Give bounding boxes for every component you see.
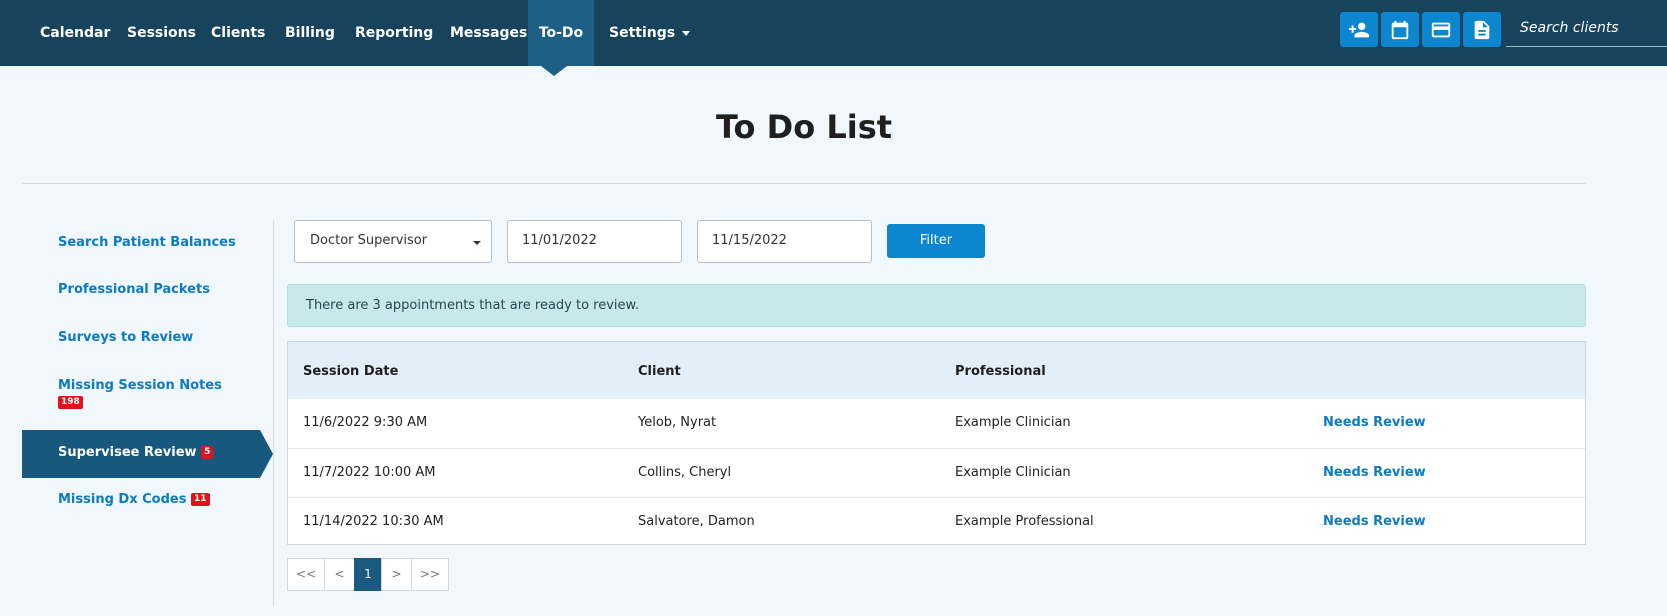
review-table: Session Date Client Professional 11/6/20… <box>287 341 1586 545</box>
pagination: << < 1 > >> <box>287 558 449 591</box>
sidebar-item-surveys-to-review[interactable]: Surveys to Review <box>58 330 193 345</box>
column-header-session-date[interactable]: Session Date <box>303 364 398 379</box>
caret-down-icon <box>682 30 691 36</box>
professional-select-value: Doctor Supervisor <box>310 233 428 248</box>
needs-review-link[interactable]: Needs Review <box>1323 465 1426 480</box>
sidebar-item-missing-session-notes[interactable]: Missing Session Notes 198 <box>58 378 222 409</box>
column-header-client[interactable]: Client <box>638 364 681 379</box>
nav-reporting[interactable]: Reporting <box>355 0 433 66</box>
page-last-button[interactable]: >> <box>411 558 449 591</box>
table-row: 11/7/2022 10:00 AM Collins, Cheryl Examp… <box>288 448 1585 497</box>
nav-clients[interactable]: Clients <box>211 0 265 66</box>
needs-review-link[interactable]: Needs Review <box>1323 514 1426 529</box>
caret-down-icon <box>473 241 481 245</box>
end-date-input[interactable]: 11/15/2022 <box>697 220 872 263</box>
sidebar-item-label: Supervisee Review 5 <box>58 445 214 460</box>
professional-cell: Example Clinician <box>955 415 1071 430</box>
needs-review-link[interactable]: Needs Review <box>1323 415 1426 430</box>
title-divider <box>22 183 1586 184</box>
table-row: 11/14/2022 10:30 AM Salvatore, Damon Exa… <box>288 497 1585 546</box>
count-badge: 11 <box>190 493 210 506</box>
nav-settings[interactable]: Settings <box>609 0 691 66</box>
calendar-button[interactable] <box>1381 12 1419 47</box>
sidebar-item-supervisee-review[interactable]: Supervisee Review 5 <box>22 430 273 478</box>
session-date-cell: 11/7/2022 10:00 AM <box>303 465 436 480</box>
page-first-button[interactable]: << <box>287 558 325 591</box>
page-next-button[interactable]: > <box>381 558 412 591</box>
calendar-icon <box>1391 20 1409 39</box>
info-alert: There are 3 appointments that are ready … <box>287 284 1586 327</box>
client-cell: Collins, Cheryl <box>638 465 732 480</box>
nav-calendar[interactable]: Calendar <box>40 0 110 66</box>
client-cell: Yelob, Nyrat <box>638 415 717 430</box>
sidebar-item-label: Missing Dx Codes <box>58 492 187 507</box>
page-prev-button[interactable]: < <box>324 558 355 591</box>
nav-billing[interactable]: Billing <box>285 0 335 66</box>
sidebar-divider <box>273 220 274 606</box>
sidebar-item-missing-dx-codes[interactable]: Missing Dx Codes 11 <box>58 492 210 507</box>
count-badge: 198 <box>58 396 83 409</box>
table-header: Session Date Client Professional <box>288 342 1585 399</box>
start-date-input[interactable]: 11/01/2022 <box>507 220 682 263</box>
page-1-button[interactable]: 1 <box>354 558 382 591</box>
professional-cell: Example Professional <box>955 514 1094 529</box>
column-header-professional[interactable]: Professional <box>955 364 1046 379</box>
top-navbar: Calendar Sessions Clients Billing Report… <box>0 0 1667 66</box>
payment-button[interactable] <box>1422 12 1460 47</box>
professional-select[interactable]: Doctor Supervisor <box>294 220 492 263</box>
nav-todo[interactable]: To-Do <box>528 0 594 66</box>
count-badge: 5 <box>201 446 214 459</box>
document-button[interactable] <box>1463 12 1501 47</box>
table-row: 11/6/2022 9:30 AM Yelob, Nyrat Example C… <box>288 399 1585 448</box>
sidebar-item-professional-packets[interactable]: Professional Packets <box>58 282 210 297</box>
add-person-icon <box>1348 22 1370 37</box>
add-client-button[interactable] <box>1340 12 1378 47</box>
session-date-cell: 11/6/2022 9:30 AM <box>303 415 428 430</box>
nav-messages[interactable]: Messages <box>450 0 527 66</box>
sidebar-item-search-patient-balances[interactable]: Search Patient Balances <box>58 235 236 250</box>
page-title: To Do List <box>715 108 893 146</box>
nav-sessions[interactable]: Sessions <box>127 0 196 66</box>
filter-button[interactable]: Filter <box>887 224 985 258</box>
search-clients-input[interactable]: Search clients <box>1506 12 1667 47</box>
session-date-cell: 11/14/2022 10:30 AM <box>303 514 444 529</box>
nav-settings-label: Settings <box>609 25 676 41</box>
professional-cell: Example Clinician <box>955 465 1071 480</box>
credit-card-icon <box>1431 22 1451 37</box>
client-cell: Salvatore, Damon <box>638 514 755 529</box>
active-tab-indicator <box>541 66 567 76</box>
document-icon <box>1474 20 1490 39</box>
sidebar-item-label: Missing Session Notes <box>58 378 222 393</box>
